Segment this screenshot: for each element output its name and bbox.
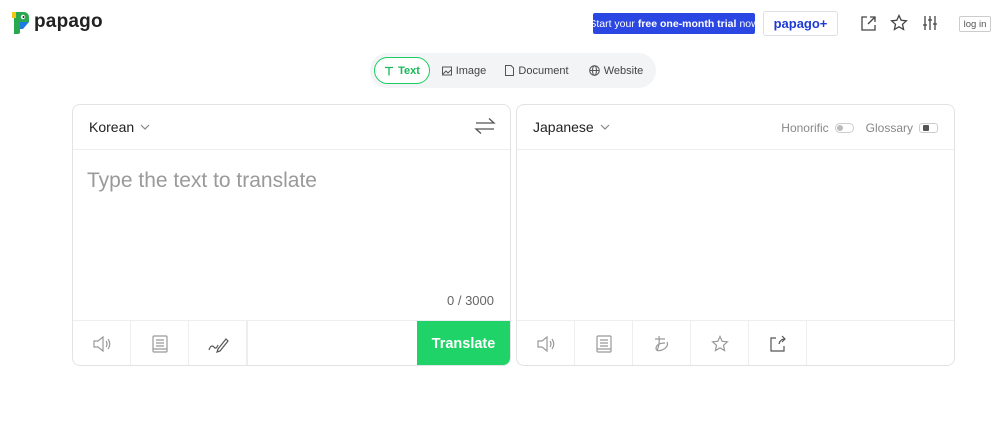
footer-divider [247, 321, 248, 365]
top-header: papago Start your free one-month trial n… [0, 0, 1000, 48]
speaker-icon[interactable] [73, 321, 131, 365]
dictionary-icon[interactable] [131, 321, 189, 365]
mode-tabs: Text Image Document Website [370, 53, 656, 88]
character-counter: 0 / 3000 [447, 293, 494, 308]
promo-bold: free one-month trial [637, 17, 737, 30]
target-panel: Japanese Honorific Glossary [516, 104, 955, 366]
text-icon [384, 66, 394, 76]
source-text-input[interactable]: Type the text to translate [87, 169, 317, 193]
handwriting-icon[interactable] [189, 321, 247, 365]
tab-image[interactable]: Image [436, 57, 492, 84]
tab-label: Document [518, 64, 569, 77]
source-language-label: Korean [89, 119, 135, 135]
target-panel-footer [517, 320, 954, 365]
honorific-label: Honorific [781, 121, 829, 135]
target-language-select[interactable]: Japanese [533, 119, 610, 135]
pronunciation-icon[interactable] [633, 321, 691, 365]
target-panel-header: Japanese Honorific Glossary [517, 105, 954, 150]
tab-document[interactable]: Document [504, 57, 570, 84]
share-icon[interactable] [749, 321, 807, 365]
tab-website[interactable]: Website [586, 57, 646, 84]
honorific-toggle[interactable] [834, 123, 854, 133]
papago-plus-button[interactable]: papago+ [763, 11, 838, 36]
tab-label: Image [455, 64, 487, 77]
speaker-icon[interactable] [517, 321, 575, 365]
swap-languages-icon[interactable] [474, 117, 496, 137]
source-language-select[interactable]: Korean [89, 119, 150, 135]
external-link-icon[interactable] [858, 13, 878, 33]
source-panel-footer: Translate [73, 320, 510, 365]
source-panel-header: Korean [73, 105, 510, 150]
promo-suffix: now [739, 17, 759, 30]
login-button[interactable]: log in [959, 16, 991, 32]
document-icon [505, 65, 515, 76]
trial-promo-banner[interactable]: Start your free one-month trial now [589, 13, 759, 34]
parrot-logo-icon [10, 10, 30, 34]
brand-name: papago [34, 11, 103, 32]
target-options: Honorific Glossary [781, 121, 938, 135]
chevron-down-icon [600, 124, 610, 130]
chevron-down-icon [140, 124, 150, 130]
tab-text[interactable]: Text [374, 57, 430, 84]
dictionary-icon[interactable] [575, 321, 633, 365]
papago-logo[interactable]: papago [10, 10, 103, 34]
tab-label: Text [398, 64, 420, 77]
star-icon[interactable] [889, 13, 909, 33]
settings-sliders-icon[interactable] [920, 13, 940, 33]
tab-label: Website [603, 64, 644, 77]
glossary-toggle[interactable] [919, 123, 938, 133]
glossary-label: Glossary [865, 121, 913, 135]
star-icon[interactable] [691, 321, 749, 365]
source-panel: Korean Type the text to translate 0 / 30… [72, 104, 511, 366]
target-language-label: Japanese [533, 119, 594, 135]
globe-icon [588, 65, 600, 76]
promo-prefix: Start your [589, 17, 635, 30]
translate-button[interactable]: Translate [417, 321, 510, 365]
image-icon [441, 66, 452, 76]
